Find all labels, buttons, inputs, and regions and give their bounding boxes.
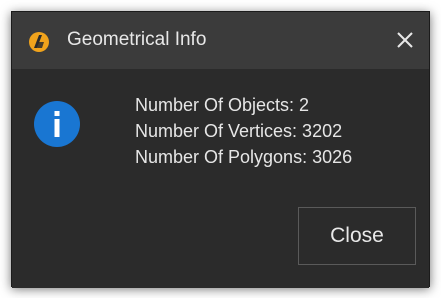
close-icon[interactable] (389, 24, 421, 56)
objects-count-line: Number Of Objects: 2 (135, 95, 310, 115)
vertices-count-line: Number Of Vertices: 3202 (135, 121, 343, 141)
app-logo-icon (27, 30, 51, 54)
geometrical-info-dialog: Geometrical Info Number Of Objects: 2 Nu… (11, 11, 430, 288)
dialog-content: Number Of Objects: 2 Number Of Vertices:… (12, 69, 429, 288)
title-bar[interactable]: Geometrical Info (12, 12, 429, 69)
info-icon (34, 101, 80, 147)
polygons-count-line: Number Of Polygons: 3026 (135, 147, 353, 167)
close-button[interactable]: Close (298, 207, 416, 265)
info-message: Number Of Objects: 2 Number Of Vertices:… (135, 92, 352, 170)
window-title: Geometrical Info (67, 29, 207, 50)
